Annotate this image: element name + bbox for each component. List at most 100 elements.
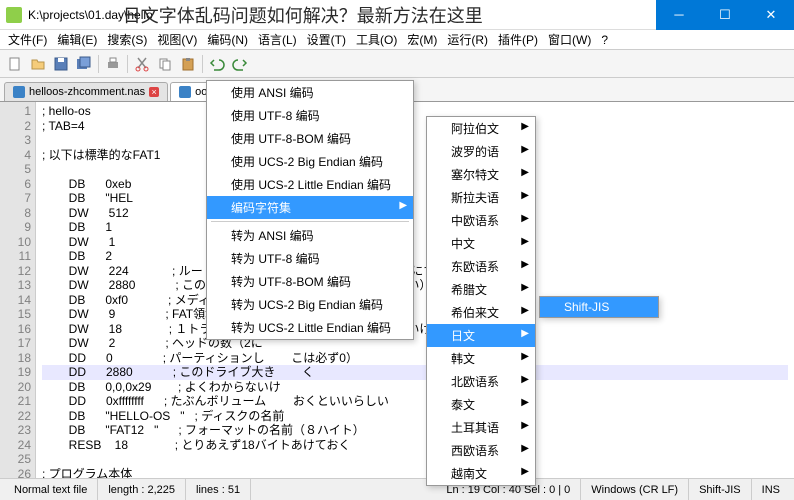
- menu-item[interactable]: 中欧语系▶: [427, 209, 535, 232]
- menu-item[interactable]: 使用 UTF-8-BOM 编码: [207, 127, 413, 150]
- menu-item[interactable]: 转为 UCS-2 Little Endian 编码: [207, 316, 413, 339]
- code-line[interactable]: DB 0xf0 ; メディアのタイ: [42, 293, 788, 308]
- code-line[interactable]: DB 2 セクタ目からにする）: [42, 249, 788, 264]
- menu-语言(L)[interactable]: 语言(L): [254, 30, 301, 49]
- menu-item[interactable]: 泰文▶: [427, 393, 535, 416]
- submenu-arrow-icon: ▶: [521, 420, 529, 431]
- menu-item[interactable]: 使用 UCS-2 Big Endian 编码: [207, 150, 413, 173]
- save-all-icon[interactable]: [73, 53, 95, 75]
- menu-item[interactable]: 使用 UTF-8 编码: [207, 104, 413, 127]
- paste-icon[interactable]: [177, 53, 199, 75]
- menu-item[interactable]: 中文▶: [427, 232, 535, 255]
- print-icon[interactable]: [102, 53, 124, 75]
- menu-item[interactable]: 转为 UTF-8-BOM 编码: [207, 270, 413, 293]
- line-gutter: 1234567891011121314151617181920212223242…: [0, 102, 36, 478]
- new-file-icon[interactable]: [4, 53, 26, 75]
- menu-文件(F)[interactable]: 文件(F): [4, 30, 51, 49]
- menu-运行(R)[interactable]: 运行(R): [443, 30, 492, 49]
- maximize-button[interactable]: ☐: [702, 0, 748, 30]
- menu-宏(M)[interactable]: 宏(M): [403, 30, 441, 49]
- menu-item[interactable]: 转为 UCS-2 Big Endian 编码: [207, 293, 413, 316]
- japanese-encoding-menu: Shift-JIS: [539, 296, 659, 318]
- code-line[interactable]: DB "FAT12 " ; フォーマットの名前（８ハイト）: [42, 423, 788, 438]
- tab-close-icon[interactable]: ×: [149, 87, 159, 97]
- status-encoding: Shift-JIS: [689, 479, 752, 500]
- minimize-button[interactable]: ─: [656, 0, 702, 30]
- menu-item[interactable]: 土耳其语▶: [427, 416, 535, 439]
- menu-item[interactable]: 西欧语系▶: [427, 439, 535, 462]
- menu-设置(T)[interactable]: 设置(T): [303, 30, 350, 49]
- submenu-arrow-icon: ▶: [521, 466, 529, 477]
- copy-icon[interactable]: [154, 53, 176, 75]
- menu-item[interactable]: 编码字符集▶: [207, 196, 413, 219]
- menu-item[interactable]: 日文▶: [427, 324, 535, 347]
- submenu-arrow-icon: ▶: [521, 190, 529, 201]
- undo-icon[interactable]: [206, 53, 228, 75]
- tab[interactable]: helloos-zhcomment.nas×: [4, 82, 168, 101]
- menu-item[interactable]: 阿拉伯文▶: [427, 117, 535, 140]
- menu-item[interactable]: 塞尔特文▶: [427, 163, 535, 186]
- status-insert-mode: INS: [752, 479, 790, 500]
- menu-item[interactable]: 使用 ANSI 编码: [207, 81, 413, 104]
- menu-item[interactable]: 希伯来文▶: [427, 301, 535, 324]
- code-area[interactable]: ; hello-os; TAB=4 ; 以下は標準的なFAT1 DB 0xeb D…: [36, 102, 794, 478]
- code-line[interactable]: DW 1 ければいけない）: [42, 235, 788, 250]
- menu-item[interactable]: Shift-JIS: [540, 297, 658, 317]
- submenu-arrow-icon: ▶: [521, 259, 529, 270]
- code-line[interactable]: DD 2880 ; このドライブ大き く: [42, 365, 788, 380]
- submenu-arrow-icon: ▶: [521, 305, 529, 316]
- open-file-icon[interactable]: [27, 53, 49, 75]
- code-line[interactable]: [42, 162, 788, 177]
- menubar: 文件(F)编辑(E)搜索(S)视图(V)编码(N)语言(L)设置(T)工具(O)…: [0, 30, 794, 50]
- submenu-arrow-icon: ▶: [521, 167, 529, 178]
- menu-?[interactable]: ?: [597, 32, 612, 48]
- code-line[interactable]: [42, 133, 788, 148]
- menu-item[interactable]: 韩文▶: [427, 347, 535, 370]
- menu-插件(P)[interactable]: 插件(P): [494, 30, 542, 49]
- status-eol: Windows (CR LF): [581, 479, 689, 500]
- code-line[interactable]: DW 224 ; ルートディレク （普通は224エントリにす: [42, 264, 788, 279]
- menu-item[interactable]: 转为 UTF-8 编码: [207, 247, 413, 270]
- code-line[interactable]: DD 0xffffffff ; たぶんボリューム おくといいらしい: [42, 394, 788, 409]
- menu-编辑(E)[interactable]: 编辑(E): [53, 30, 101, 49]
- code-line[interactable]: DW 2 ; ヘッドの数（2に: [42, 336, 788, 351]
- save-icon[interactable]: [50, 53, 72, 75]
- code-line[interactable]: DW 18 ; １トラックにいく か（18にしなければいけない）: [42, 322, 788, 337]
- charset-menu: 阿拉伯文▶波罗的语▶塞尔特文▶斯拉夫语▶中欧语系▶中文▶东欧语系▶希腊文▶希伯来…: [426, 116, 536, 486]
- status-filetype: Normal text file: [4, 479, 98, 500]
- menu-工具(O)[interactable]: 工具(O): [352, 30, 401, 49]
- close-button[interactable]: ✕: [748, 0, 794, 30]
- menu-item[interactable]: 北欧语系▶: [427, 370, 535, 393]
- menu-窗口(W)[interactable]: 窗口(W): [544, 30, 595, 49]
- menu-item[interactable]: 斯拉夫语▶: [427, 186, 535, 209]
- title-overlay: 日文字体乱码问题如何解决？最新方法在这里: [123, 2, 483, 28]
- menu-item[interactable]: 波罗的语▶: [427, 140, 535, 163]
- code-line[interactable]: ; hello-os: [42, 104, 788, 119]
- code-line[interactable]: DW 512 てよい（８バイト）: [42, 206, 788, 221]
- menu-视图(V)[interactable]: 视图(V): [153, 30, 201, 49]
- menu-item[interactable]: 越南文▶: [427, 462, 535, 485]
- code-line[interactable]: RESB 18 ; とりあえず18バイトあけておく: [42, 438, 788, 453]
- titlebar: K:\projects\01.day\hello 日文字体乱码问题如何解决？最新…: [0, 0, 794, 30]
- menu-item[interactable]: 转为 ANSI 编码: [207, 224, 413, 247]
- status-lines: lines : 51: [186, 479, 251, 500]
- code-line[interactable]: DB 0,0,0x29 ; よくわからないけ: [42, 380, 788, 395]
- code-line[interactable]: ; 以下は標準的なFAT1: [42, 148, 788, 163]
- menu-item[interactable]: 希腊文▶: [427, 278, 535, 301]
- menu-item[interactable]: 使用 UCS-2 Little Endian 编码: [207, 173, 413, 196]
- redo-icon[interactable]: [229, 53, 251, 75]
- menu-搜索(S)[interactable]: 搜索(S): [103, 30, 151, 49]
- cut-icon[interactable]: [131, 53, 153, 75]
- menu-编码(N)[interactable]: 编码(N): [203, 30, 252, 49]
- code-line[interactable]: DB 1 ばいけない）: [42, 220, 788, 235]
- code-line[interactable]: ; TAB=4: [42, 119, 788, 134]
- code-line[interactable]: DB 0xeb: [42, 177, 788, 192]
- encoding-menu: 使用 ANSI 编码使用 UTF-8 编码使用 UTF-8-BOM 编码使用 U…: [206, 80, 414, 340]
- code-line[interactable]: DW 2880 ; このドライブの にしなければいけない）: [42, 278, 788, 293]
- menu-item[interactable]: 东欧语系▶: [427, 255, 535, 278]
- code-line[interactable]: DD 0 ; パーティションし こは必ず0）: [42, 351, 788, 366]
- code-line[interactable]: DB "HEL: [42, 191, 788, 206]
- code-line[interactable]: [42, 452, 788, 467]
- code-line[interactable]: DB "HELLO-OS " ; ディスクの名前: [42, 409, 788, 424]
- code-line[interactable]: DW 9 ; FAT領域の長さ: [42, 307, 788, 322]
